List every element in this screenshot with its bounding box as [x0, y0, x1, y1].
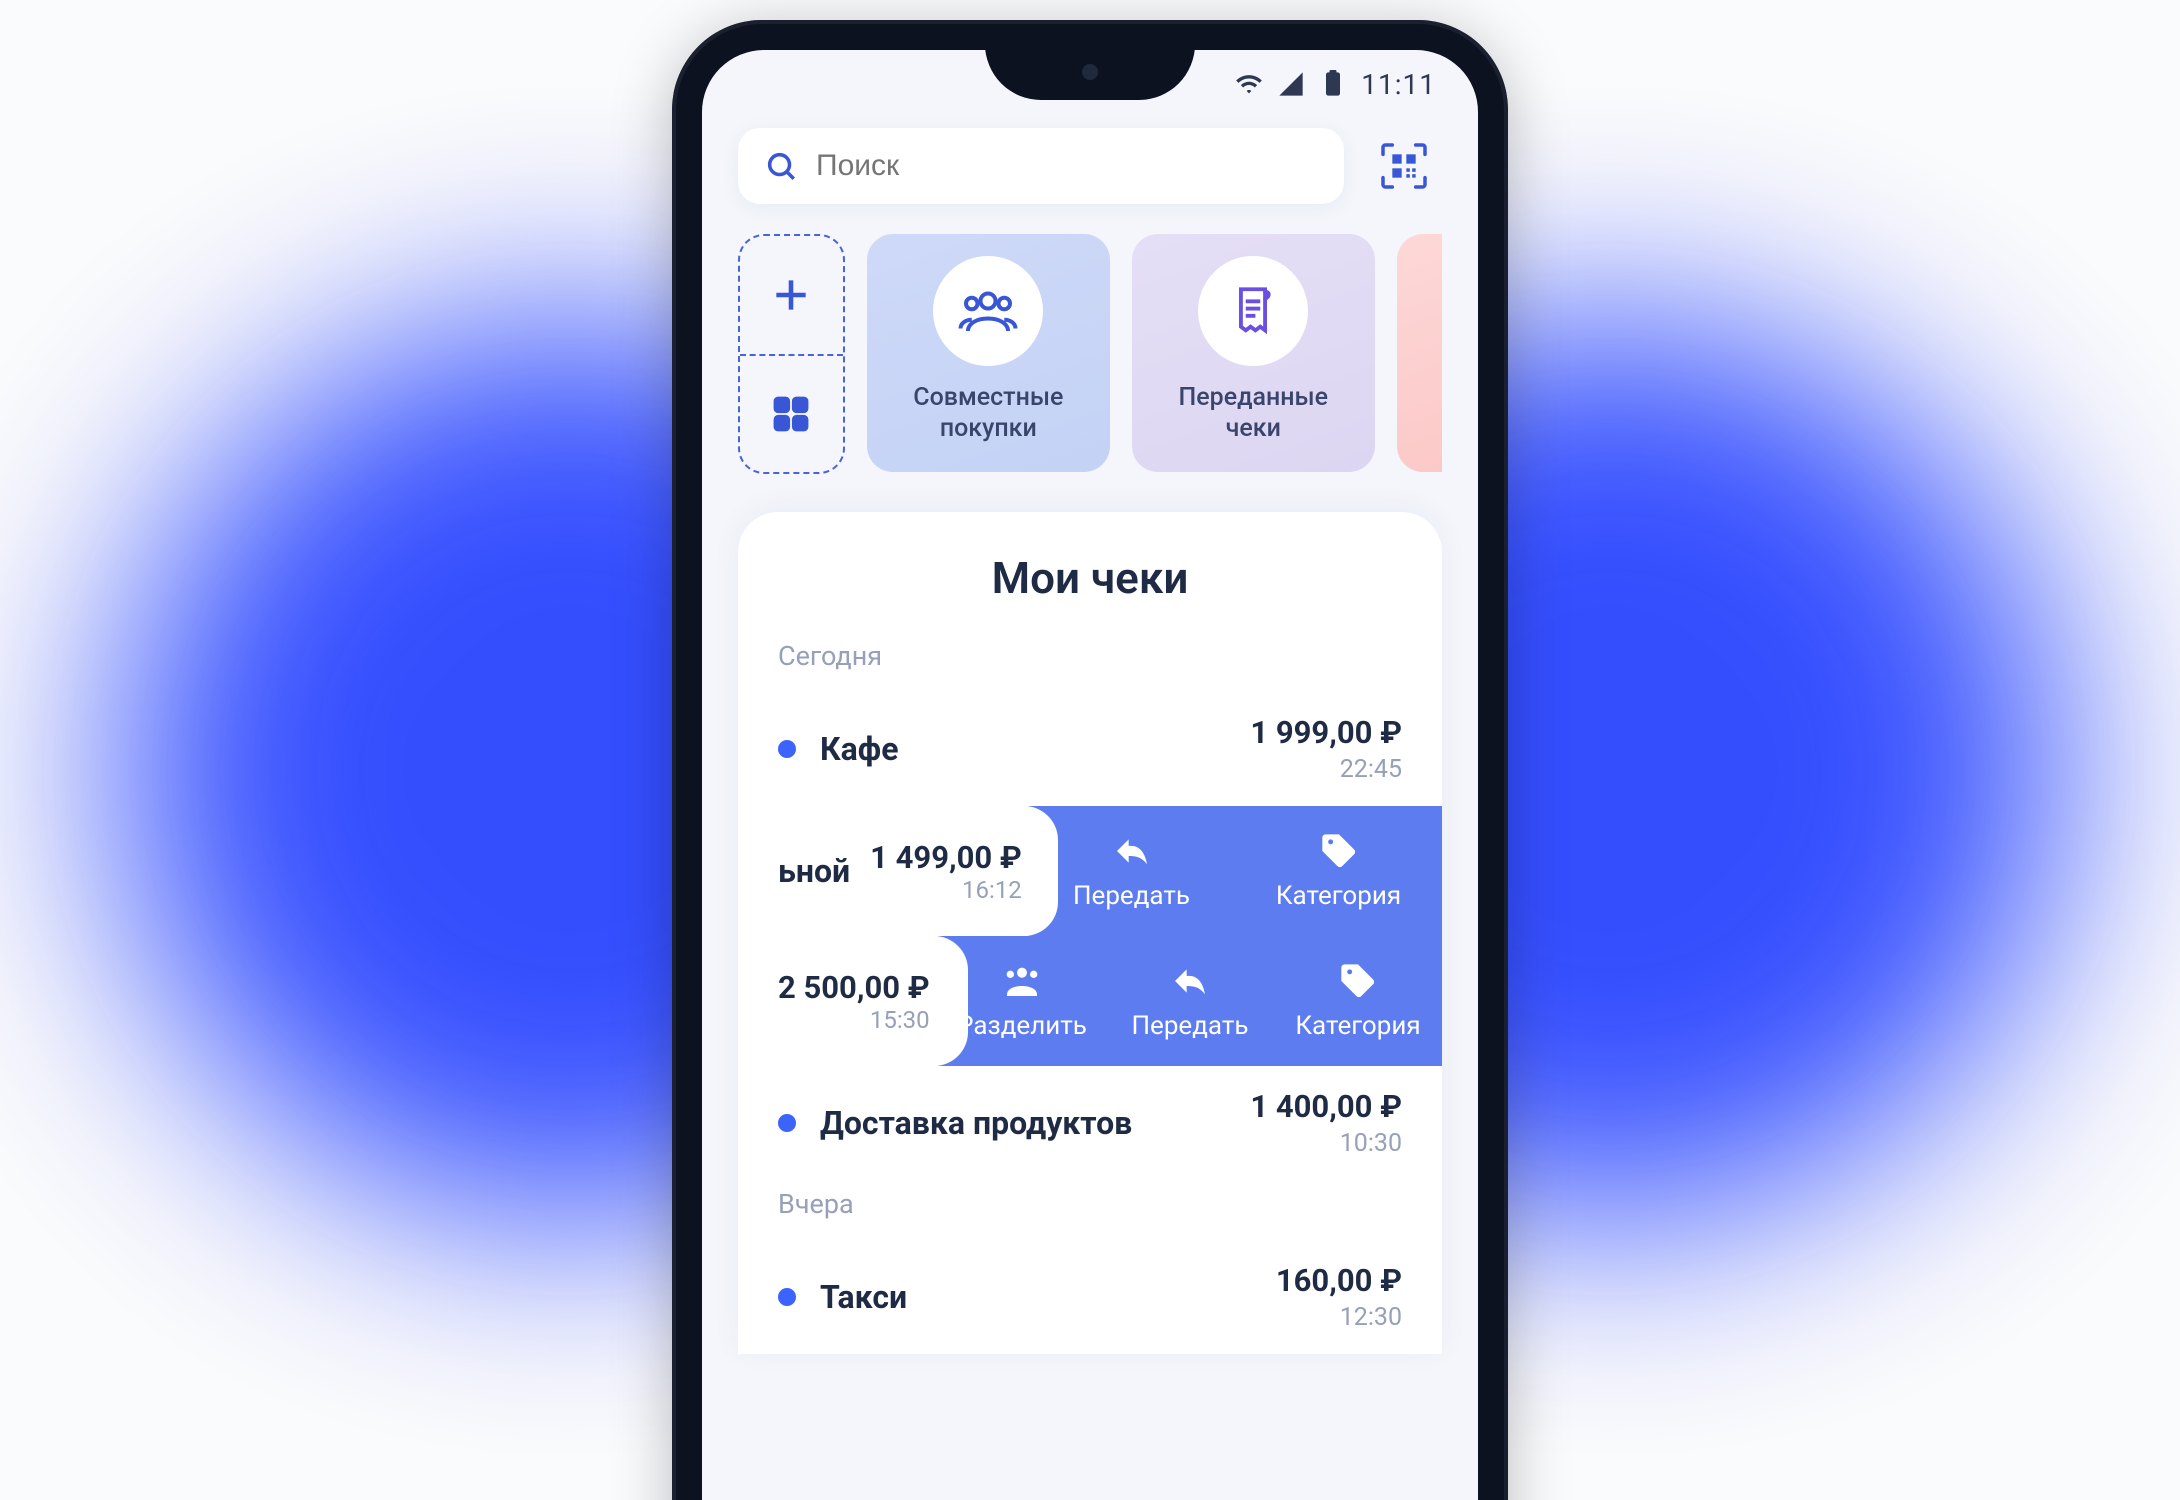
wifi-icon: [1235, 70, 1263, 98]
receipt-name-tail: ьной: [778, 852, 850, 890]
group-icon: [933, 256, 1043, 366]
receipt-amount: 1 400,00 ₽: [1250, 1088, 1402, 1125]
receipt-name: Кафе: [820, 730, 1250, 768]
signal-icon: [1277, 70, 1305, 98]
receipt-time: 12:30: [1276, 1303, 1402, 1332]
tile-shared-purchases[interactable]: Совместные покупки: [867, 234, 1110, 472]
receipts-card: Мои чеки Сегодня Кафе 1 999,00 ₽ 22:45: [738, 512, 1442, 1354]
receipt-amount: 1 499,00 ₽: [870, 839, 1022, 876]
receipt-time: 22:45: [1250, 755, 1402, 784]
receipt-name: Доставка продуктов: [820, 1104, 1250, 1142]
plus-icon: [769, 273, 813, 317]
tile-partial[interactable]: [1397, 234, 1442, 472]
tile-label: Переданные чеки: [1148, 382, 1359, 445]
receipt-amount: 160,00 ₽: [1276, 1262, 1402, 1299]
receipt-row[interactable]: Доставка продуктов 1 400,00 ₽ 10:30: [738, 1066, 1442, 1180]
category-dot: [778, 1288, 796, 1306]
receipt-row-swiped[interactable]: Передать Категория ьной 1 499,00 ₽ 16:12: [738, 806, 1442, 936]
group-icon: [1002, 961, 1042, 1001]
tag-icon: [1338, 961, 1378, 1001]
search-input[interactable]: [816, 149, 1318, 183]
receipt-amount: 1 999,00 ₽: [1250, 714, 1402, 751]
category-dot: [778, 740, 796, 758]
phone-notch: [985, 50, 1195, 100]
reply-icon: [1170, 961, 1210, 1001]
battery-icon: [1319, 70, 1347, 98]
receipt-row-swiped[interactable]: Разделить Передать Категория: [738, 936, 1442, 1066]
quick-tiles: Совместные покупки Переданные чеки: [702, 228, 1478, 504]
receipt-icon: [1198, 256, 1308, 366]
phone-mockup: 11:11: [672, 0, 1508, 1500]
widgets-tile-button[interactable]: [740, 354, 843, 472]
swipe-actions: Передать Категория: [1028, 806, 1442, 936]
status-time: 11:11: [1361, 68, 1436, 101]
date-label-yesterday: Вчера: [738, 1180, 1442, 1240]
date-label-today: Сегодня: [738, 632, 1442, 692]
swipe-actions: Разделить Передать Категория: [938, 936, 1442, 1066]
tile-add-widgets[interactable]: [738, 234, 845, 474]
receipt-row[interactable]: Такси 160,00 ₽ 12:30: [738, 1240, 1442, 1354]
app-screen: 11:11: [702, 50, 1478, 1500]
search-icon: [764, 149, 798, 183]
tag-icon: [1319, 831, 1359, 871]
qr-scan-button[interactable]: [1366, 128, 1442, 204]
action-category[interactable]: Категория: [1254, 831, 1424, 911]
receipt-row[interactable]: Кафе 1 999,00 ₽ 22:45: [738, 692, 1442, 806]
receipt-name: Такси: [820, 1278, 1276, 1316]
tile-label: Совместные покупки: [883, 382, 1094, 445]
action-forward[interactable]: Передать: [1106, 961, 1274, 1041]
action-category[interactable]: Категория: [1274, 961, 1442, 1041]
tile-forwarded-receipts[interactable]: Переданные чеки: [1132, 234, 1375, 472]
receipt-time: 16:12: [870, 876, 1022, 904]
receipts-title: Мои чеки: [738, 552, 1442, 604]
category-dot: [778, 1114, 796, 1132]
search-field[interactable]: [738, 128, 1344, 204]
receipt-time: 15:30: [778, 1006, 930, 1034]
receipt-time: 10:30: [1250, 1129, 1402, 1158]
reply-icon: [1112, 831, 1152, 871]
receipt-amount: 2 500,00 ₽: [778, 969, 930, 1006]
add-tile-button[interactable]: [740, 236, 843, 354]
grid-icon: [769, 392, 813, 436]
action-forward[interactable]: Передать: [1047, 831, 1217, 911]
